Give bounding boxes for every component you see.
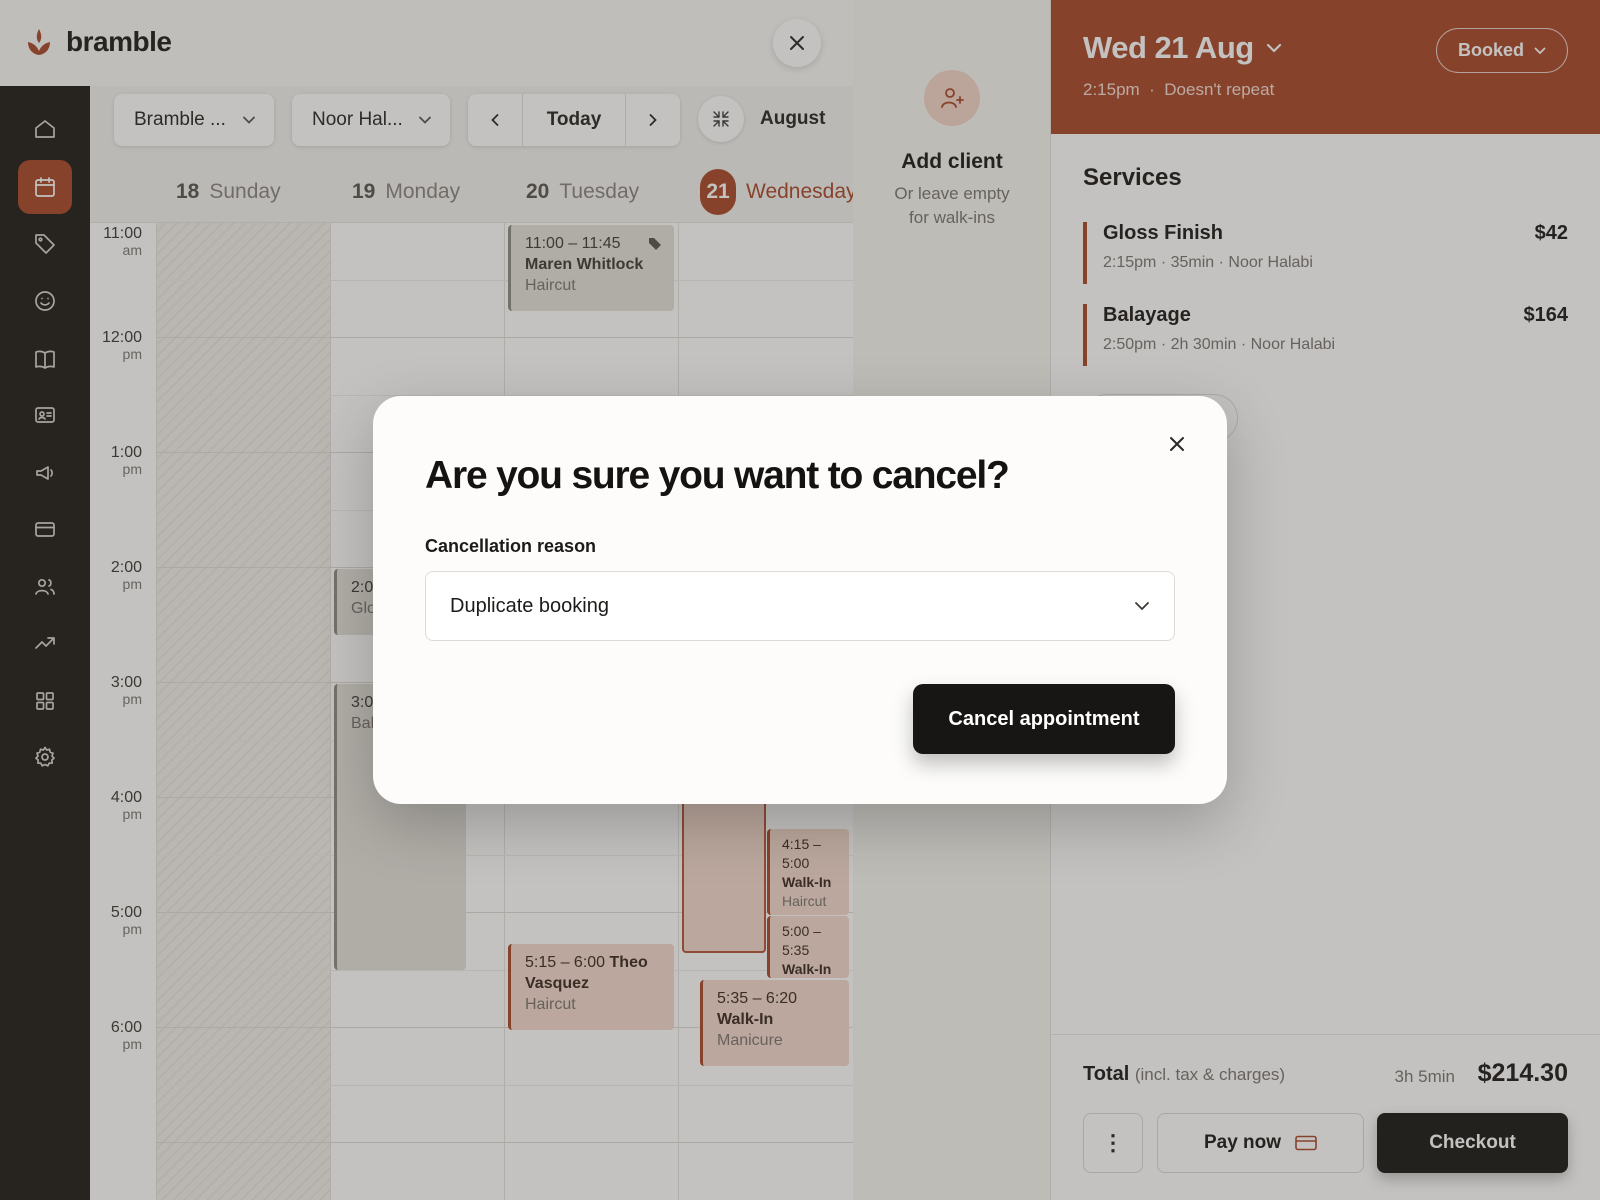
cancellation-reason-value: Duplicate booking xyxy=(450,594,609,617)
chevron-down-icon xyxy=(1135,602,1149,611)
cancellation-reason-label: Cancellation reason xyxy=(425,536,597,556)
dialog-close-button[interactable] xyxy=(1163,430,1191,458)
dialog-title: Are you sure you want to cancel? xyxy=(425,454,1010,497)
cancel-appointment-button[interactable]: Cancel appointment xyxy=(913,684,1175,754)
cancel-confirmation-dialog: Are you sure you want to cancel? Cancell… xyxy=(373,396,1227,804)
cancellation-reason-select[interactable]: Duplicate booking xyxy=(425,571,1175,641)
close-icon xyxy=(1170,437,1184,451)
